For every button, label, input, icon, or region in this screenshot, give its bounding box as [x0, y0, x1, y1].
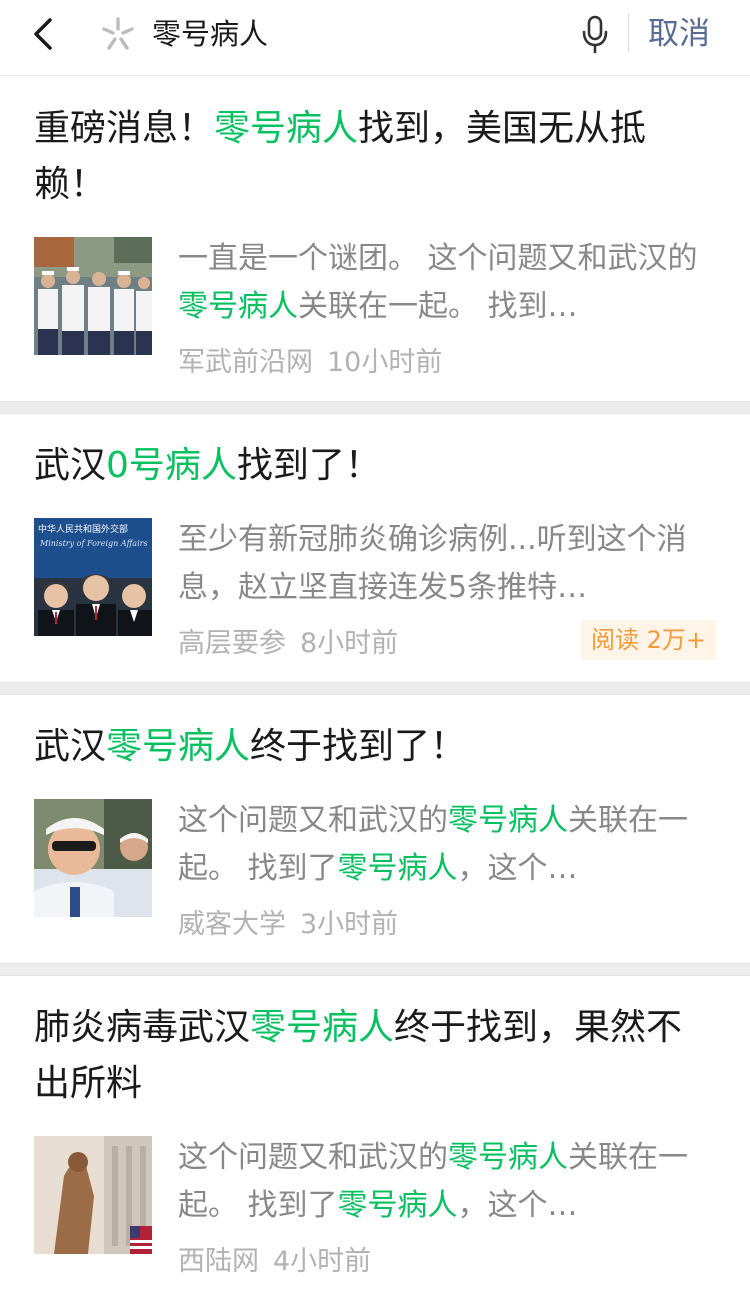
keyword-highlight: 零号病人 [337, 851, 458, 886]
search-sparkle-icon [100, 16, 136, 52]
result-snippet: 一直是一个谜团。 这个问题又和武汉的零号病人关联在一起。 找到… [178, 241, 698, 324]
result-separator [0, 401, 750, 414]
result-title: 重磅消息！零号病人找到，美国无从抵赖！ [34, 108, 647, 205]
microphone-icon [582, 15, 608, 54]
result-card[interactable]: 武汉零号病人终于找到了！ 这个问题又和武汉的零号病人关联在一起。 找到了零号病人… [0, 695, 750, 963]
result-card[interactable]: 重磅消息！零号病人找到，美国无从抵赖！ 一直是一个谜团。 这个问题又和武汉的零号… [0, 77, 750, 401]
result-source: 西陆网 [178, 1245, 259, 1277]
result-title: 武汉零号病人终于找到了！ [34, 726, 467, 767]
keyword-highlight: 零号病人 [448, 803, 568, 838]
result-title: 武汉0号病人找到了！ [34, 445, 381, 486]
search-input[interactable] [152, 12, 552, 56]
keyword-highlight: 零号病人 [448, 1140, 568, 1175]
result-source: 高层要参 [178, 627, 286, 659]
result-meta: 西陆网 4小时前 [178, 1238, 716, 1278]
result-meta: 威客大学 3小时前 [178, 901, 716, 941]
result-snippet: 这个问题又和武汉的零号病人关联在一起。 找到了零号病人，这个… [178, 1140, 688, 1223]
keyword-highlight: 0号病人 [106, 445, 237, 486]
bar-divider [628, 14, 629, 52]
result-meta: 军武前沿网 10小时前 [178, 339, 716, 379]
cancel-button[interactable]: 取消 [648, 12, 710, 56]
keyword-highlight: 零号病人 [250, 1007, 395, 1048]
result-snippet: 这个问题又和武汉的零号病人关联在一起。 找到了零号病人，这个… [178, 803, 688, 886]
voice-input-button[interactable] [580, 14, 610, 54]
read-count-badge: 阅读 2万+ [580, 620, 716, 660]
result-time: 4小时前 [273, 1245, 372, 1277]
result-thumbnail: 中华人民共和国外交部 Ministry of Foreign Affairs [34, 518, 152, 636]
keyword-highlight: 零号病人 [178, 289, 298, 324]
result-snippet: 至少有新冠肺炎确诊病例...听到这个消息，赵立坚直接连发5条推特… [178, 522, 687, 605]
chevron-left-icon [34, 18, 52, 50]
result-separator [0, 963, 750, 976]
keyword-highlight: 零号病人 [214, 108, 359, 149]
back-button[interactable] [24, 12, 64, 56]
result-source: 军武前沿网 [178, 346, 313, 378]
thumbnail-caption-en: Ministry of Foreign Affairs [39, 539, 148, 548]
result-card[interactable]: 武汉0号病人找到了！ 中华人民共和国外交部 Ministry of Foreig… [0, 414, 750, 682]
keyword-highlight: 零号病人 [337, 1188, 458, 1223]
result-source: 威客大学 [178, 908, 286, 940]
result-thumbnail [34, 237, 152, 355]
search-results-list: 重磅消息！零号病人找到，美国无从抵赖！ 一直是一个谜团。 这个问题又和武汉的零号… [0, 77, 750, 1300]
result-time: 10小时前 [327, 346, 443, 378]
thumbnail-caption-cn: 中华人民共和国外交部 [38, 523, 128, 535]
result-time: 3小时前 [300, 908, 399, 940]
result-thumbnail [34, 1136, 152, 1254]
keyword-highlight: 零号病人 [106, 726, 251, 767]
result-thumbnail [34, 799, 152, 917]
result-card[interactable]: 肺炎病毒武汉零号病人终于找到，果然不出所料 这个问题又和武汉的零号病人关联在一起… [0, 976, 750, 1300]
result-separator [0, 682, 750, 695]
result-title: 肺炎病毒武汉零号病人终于找到，果然不出所料 [34, 1007, 683, 1104]
search-bar: 取消 [0, 0, 750, 76]
result-meta: 高层要参 8小时前 阅读 2万+ [178, 620, 716, 660]
result-time: 8小时前 [300, 627, 399, 659]
